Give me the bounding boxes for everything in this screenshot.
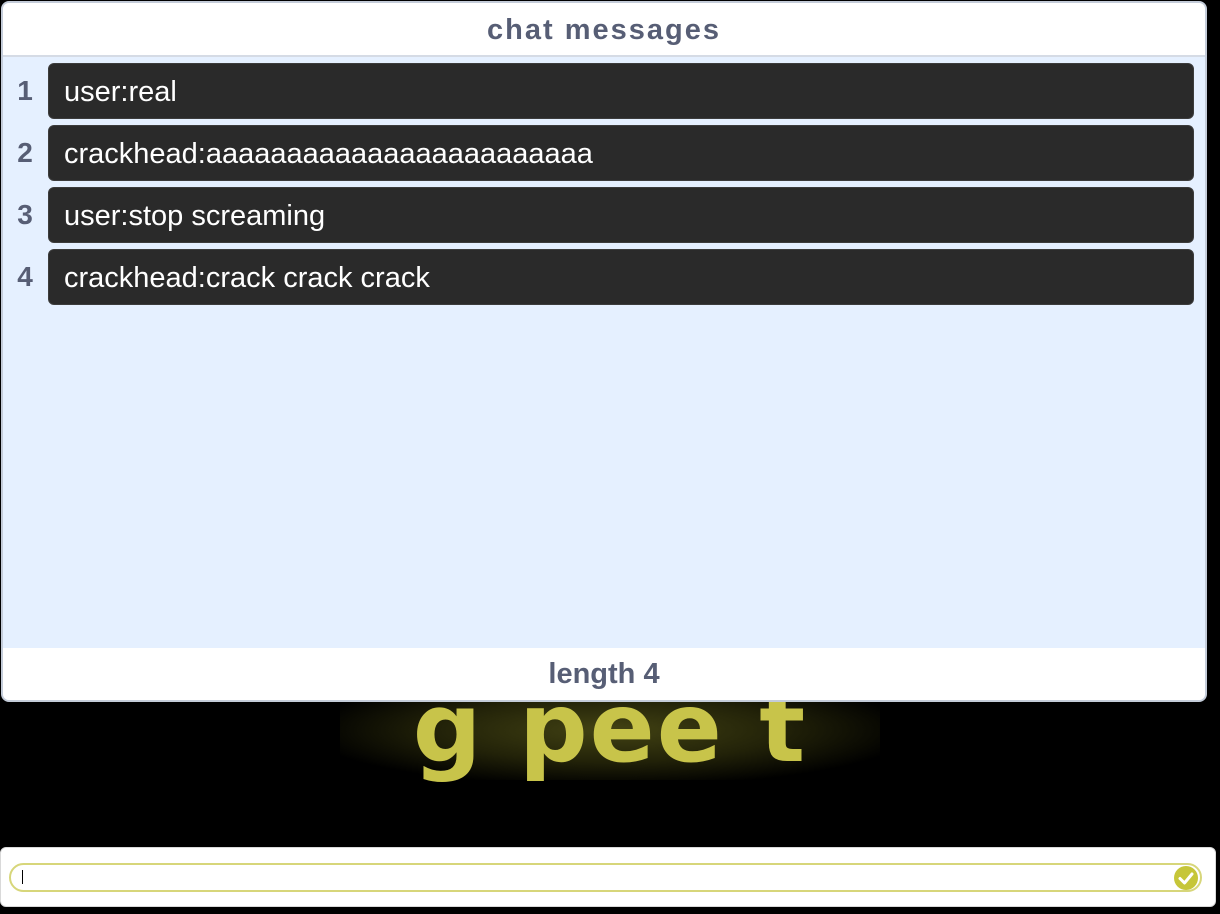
list-item-value[interactable]: user:real bbox=[48, 63, 1194, 119]
list-item-value[interactable]: crackhead:crack crack crack bbox=[48, 249, 1194, 305]
stage: g pee t chat messages 1 user:real 2 crac… bbox=[0, 0, 1220, 914]
text-caret bbox=[22, 870, 23, 884]
list-item: 4 crackhead:crack crack crack bbox=[3, 249, 1205, 305]
check-icon[interactable] bbox=[1174, 866, 1198, 890]
list-item-index: 1 bbox=[17, 75, 33, 106]
list-item-index: 2 bbox=[17, 137, 33, 168]
list-monitor: chat messages 1 user:real 2 crackhead:aa… bbox=[1, 1, 1207, 702]
list-item: 2 crackhead:aaaaaaaaaaaaaaaaaaaaaaaa bbox=[3, 125, 1205, 181]
list-length: length 4 bbox=[3, 648, 1205, 700]
list-item: 3 user:stop screaming bbox=[3, 187, 1205, 243]
list-items: 1 user:real 2 crackhead:aaaaaaaaaaaaaaaa… bbox=[3, 63, 1205, 311]
ask-input[interactable] bbox=[9, 863, 1202, 892]
list-item-value[interactable]: user:stop screaming bbox=[48, 187, 1194, 243]
ask-prompt bbox=[0, 847, 1216, 907]
list-item: 1 user:real bbox=[3, 63, 1205, 119]
list-item-value[interactable]: crackhead:aaaaaaaaaaaaaaaaaaaaaaaa bbox=[48, 125, 1194, 181]
list-item-index: 3 bbox=[17, 199, 33, 230]
list-item-index: 4 bbox=[17, 261, 33, 292]
list-title: chat messages bbox=[3, 3, 1205, 57]
